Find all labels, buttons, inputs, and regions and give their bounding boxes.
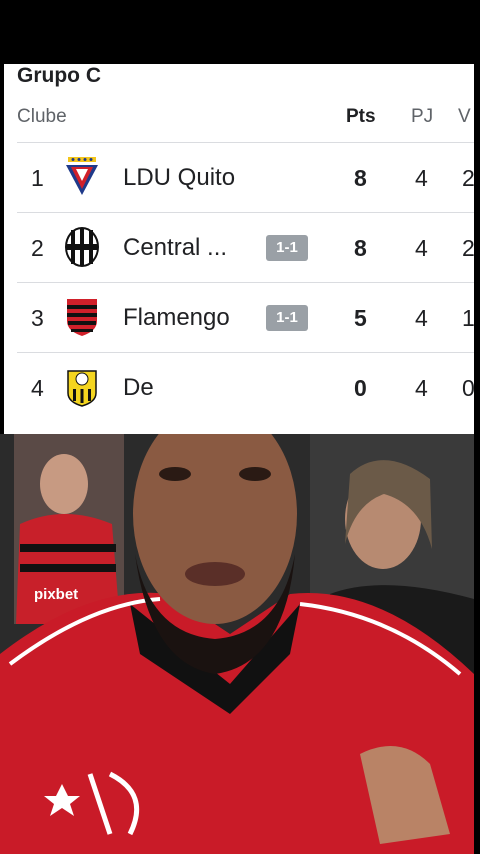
games-played: 4 [415,235,428,261]
wins: 0 [462,375,474,401]
central-cordoba-crest-icon [65,227,99,267]
position: 1 [31,165,44,191]
header-v: V [458,106,471,127]
deportivo-tachira-crest-icon [67,370,97,407]
club-name: Central ... [123,234,228,261]
group-title: Grupo C [17,64,101,87]
video-photo-area: pixbet [0,434,480,854]
points: 0 [354,375,367,401]
club-name: Flamengo [123,304,230,331]
wins: 2 [462,235,474,261]
head-to-head-badge: 1-1 [266,235,308,261]
points: 8 [354,235,367,261]
top-black-bar [0,0,480,64]
games-played: 4 [415,305,428,331]
points: 5 [354,305,367,331]
header-club: Clube [17,106,67,127]
position: 2 [31,235,44,261]
club-name: LDU Quito [123,164,236,191]
presenter-mouth [185,562,245,586]
points: 8 [354,165,367,191]
wins: 1 [462,305,474,331]
right-edge-bar [474,64,480,854]
games-played: 4 [415,165,428,191]
table-row[interactable]: 4 De 0 4 0 [17,352,474,423]
header-pts: Pts [346,106,376,127]
head-to-head-badge: 1-1 [266,305,308,331]
position: 3 [31,305,44,331]
games-played: 4 [415,375,428,401]
table-row[interactable]: 3 Flamengo 1-1 5 4 1 [17,282,474,353]
standings-table: Grupo C Clube Pts PJ V 1 LDU Quito 8 4 2… [4,64,474,434]
flamengo-crest-icon [67,299,97,336]
wins: 2 [462,165,474,191]
table-row[interactable]: 1 LDU Quito 8 4 2 [17,142,474,213]
header-pj: PJ [411,106,434,127]
position: 4 [31,375,44,401]
club-name: De [123,374,154,401]
sponsor-text: pixbet [34,586,78,603]
video-scene: pixbet [0,434,480,854]
ldu-quito-crest-icon [66,157,98,195]
player-head [40,454,88,514]
table-row[interactable]: 2 Central ... 1-1 8 4 2 [17,212,474,283]
